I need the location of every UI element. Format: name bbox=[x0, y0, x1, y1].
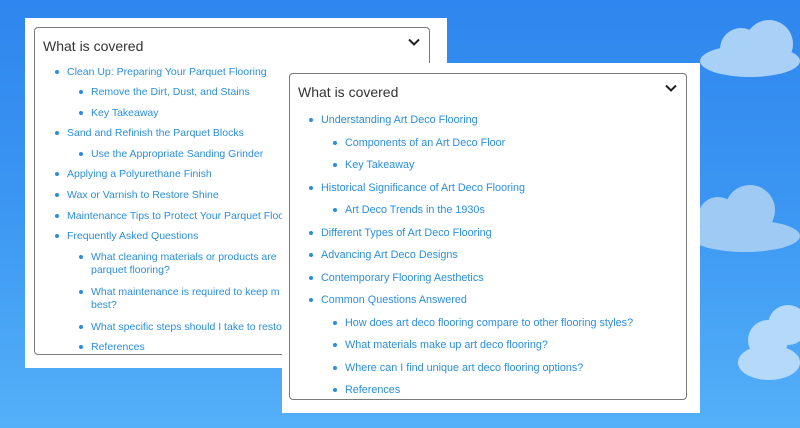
toc-link[interactable]: References bbox=[332, 384, 400, 397]
toc-link[interactable]: Understanding Art Deco Flooring bbox=[309, 114, 478, 127]
toc-list: Understanding Art Deco Flooring Componen… bbox=[290, 108, 686, 399]
toc-title: What is covered bbox=[43, 38, 144, 54]
toc-title: What is covered bbox=[298, 84, 399, 100]
cloud-icon bbox=[690, 185, 800, 255]
toc-link[interactable]: Frequently Asked Questions bbox=[54, 230, 198, 243]
toc-link[interactable]: Sand and Refinish the Parquet Blocks bbox=[55, 127, 244, 140]
toc-link[interactable]: Key Takeaway bbox=[79, 107, 159, 120]
toc-link[interactable]: Maintenance Tips to Protect Your Parquet… bbox=[54, 210, 284, 223]
toc-card-right: What is covered Understanding Art Deco F… bbox=[282, 63, 700, 413]
toc-link[interactable]: How does art deco flooring compare to ot… bbox=[332, 317, 633, 330]
toc-link[interactable]: Art Deco Trends in the 1930s bbox=[333, 204, 485, 217]
toc-link[interactable]: Advancing Art Deco Designs bbox=[309, 249, 458, 262]
toc-link[interactable]: Contemporary Flooring Aesthetics bbox=[309, 272, 484, 285]
cloud-icon bbox=[738, 305, 800, 380]
chevron-down-icon[interactable] bbox=[407, 35, 421, 49]
toc-link[interactable]: Key Takeaway bbox=[332, 159, 414, 172]
toc-link[interactable]: Clean Up: Preparing Your Parquet Floorin… bbox=[55, 66, 267, 79]
toc-link[interactable]: Components of an Art Deco Floor bbox=[332, 137, 505, 150]
toc-link[interactable]: What specific steps should I take to res… bbox=[79, 321, 282, 334]
toc-link[interactable]: What maintenance is required to keep m b… bbox=[79, 286, 291, 312]
toc-link[interactable]: Where can I find unique art deco floorin… bbox=[332, 362, 583, 375]
toc-header[interactable]: What is covered bbox=[35, 28, 429, 62]
toc-header[interactable]: What is covered bbox=[290, 74, 686, 108]
chevron-down-icon[interactable] bbox=[664, 81, 678, 95]
toc-link[interactable]: References bbox=[79, 341, 145, 354]
table-of-contents: What is covered Understanding Art Deco F… bbox=[289, 73, 687, 400]
toc-link[interactable]: Remove the Dirt, Dust, and Stains bbox=[79, 86, 250, 99]
toc-link[interactable]: Common Questions Answered bbox=[309, 294, 467, 307]
toc-link[interactable]: What materials make up art deco flooring… bbox=[333, 339, 548, 352]
toc-link[interactable]: Different Types of Art Deco Flooring bbox=[309, 227, 492, 240]
toc-link[interactable]: Use the Appropriate Sanding Grinder bbox=[78, 148, 263, 161]
toc-link[interactable]: Applying a Polyurethane Finish bbox=[55, 168, 212, 181]
toc-link[interactable]: Wax or Varnish to Restore Shine bbox=[55, 189, 219, 202]
toc-link[interactable]: What cleaning materials or products are … bbox=[79, 251, 291, 277]
cloud-icon bbox=[690, 20, 800, 80]
toc-link[interactable]: Historical Significance of Art Deco Floo… bbox=[308, 182, 525, 195]
